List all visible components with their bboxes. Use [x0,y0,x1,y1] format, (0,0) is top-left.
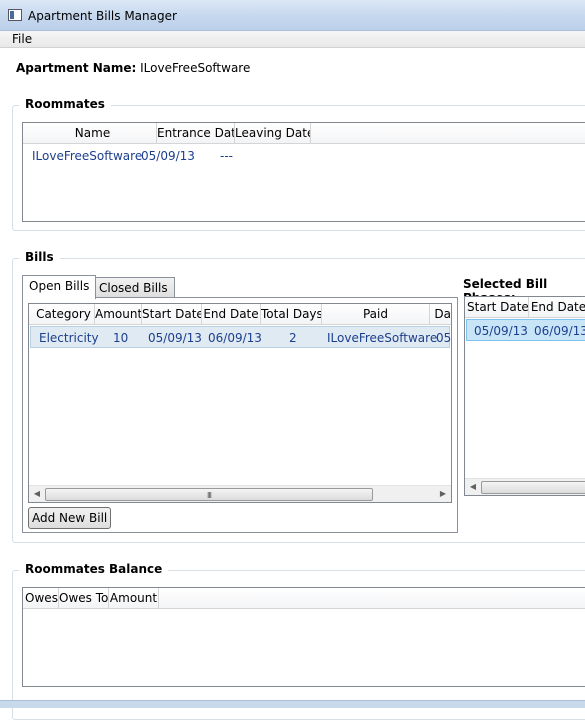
column-header-entrance-date[interactable]: Entrance Date [157,123,235,143]
roommate-entrance-date: 05/09/13 [141,149,195,163]
scroll-thumb[interactable] [481,481,585,494]
column-header-name[interactable]: Name [23,123,157,143]
column-header-phase-end[interactable]: End Date [529,297,585,317]
column-header-owes[interactable]: Owes [23,588,59,608]
bills-title: Bills [19,250,60,264]
apartment-name: Apartment Name: ILoveFreeSoftware [16,61,250,75]
add-new-bill-button[interactable]: Add New Bill [28,507,112,529]
phases-grid[interactable]: Start Date End Date 05/09/13 06/09/13 ◀ [464,296,585,496]
bill-category: Electricity [39,331,99,345]
column-header-total-days[interactable]: Total Days [261,304,322,324]
column-header-start-date[interactable]: Start Date [142,304,202,324]
column-header-category[interactable]: Category [29,304,95,324]
window-title: Apartment Bills Manager [28,9,177,23]
column-header-end-date[interactable]: End Date [202,304,261,324]
phases-grid-header: Start Date End Date [465,297,585,318]
bill-end-date: 06/09/13 [208,331,262,345]
roommate-name: ILoveFreeSoftware [32,149,143,163]
column-header-paid[interactable]: Paid [322,304,430,324]
column-header-date[interactable]: Dat [430,304,451,324]
menu-bar: File [0,31,585,48]
tab-closed-bills[interactable]: Closed Bills [92,277,175,299]
table-row[interactable]: ILoveFreeSoftware 05/09/13 --- [24,145,585,167]
roommates-balance-title: Roommates Balance [19,562,169,576]
column-header-phase-start[interactable]: Start Date [465,297,529,317]
column-header-amount[interactable]: Amount [95,304,142,324]
scroll-grip-icon: III [206,491,212,500]
scroll-thumb[interactable]: III [45,488,373,501]
bills-grid-header: Category Amount Start Date End Date Tota… [29,304,451,325]
table-row[interactable]: 05/09/13 06/09/13 [466,319,585,341]
bill-amount: 10 [113,331,129,345]
bill-paid: ILoveFreeSoftware [327,331,438,345]
app-icon [8,9,22,21]
menu-file[interactable]: File [12,32,32,46]
bill-date: 05/ [436,331,452,345]
scroll-left-icon[interactable]: ◀ [32,489,42,499]
column-header-leaving-date[interactable]: Leaving Date [235,123,311,143]
roommates-title: Roommates [19,97,111,111]
balance-grid[interactable]: Owes Owes To Amount [22,587,585,687]
phase-end-date: 06/09/13 [534,324,585,338]
title-bar: Apartment Bills Manager [0,0,585,31]
main-content: Apartment Name: ILoveFreeSoftware Roomma… [0,48,585,720]
scroll-right-icon[interactable]: ▶ [438,489,448,499]
balance-grid-header: Owes Owes To Amount [23,588,585,609]
roommates-grid[interactable]: Name Entrance Date Leaving Date ILoveFre… [22,122,585,222]
window-bottom-border [0,700,585,708]
phase-start-date: 05/09/13 [474,324,528,338]
bill-total-days: 2 [289,331,297,345]
column-header-owes-to[interactable]: Owes To [59,588,109,608]
bill-start-date: 05/09/13 [148,331,202,345]
phases-horizontal-scrollbar[interactable]: ◀ [465,478,585,495]
open-bills-panel: Category Amount Start Date End Date Tota… [22,297,458,533]
roommates-grid-header: Name Entrance Date Leaving Date [23,123,585,144]
bills-horizontal-scrollbar[interactable]: ◀ III ▶ [29,485,451,502]
roommate-leaving-date: --- [220,149,233,163]
column-header-amount[interactable]: Amount [109,588,159,608]
tab-open-bills[interactable]: Open Bills [22,275,97,299]
table-row[interactable]: Electricity 10 05/09/13 06/09/13 2 ILove… [30,326,452,348]
scroll-left-icon[interactable]: ◀ [468,482,478,492]
bills-grid[interactable]: Category Amount Start Date End Date Tota… [28,303,452,503]
apartment-name-label: Apartment Name: [16,61,137,75]
apartment-name-value: ILoveFreeSoftware [140,61,251,75]
